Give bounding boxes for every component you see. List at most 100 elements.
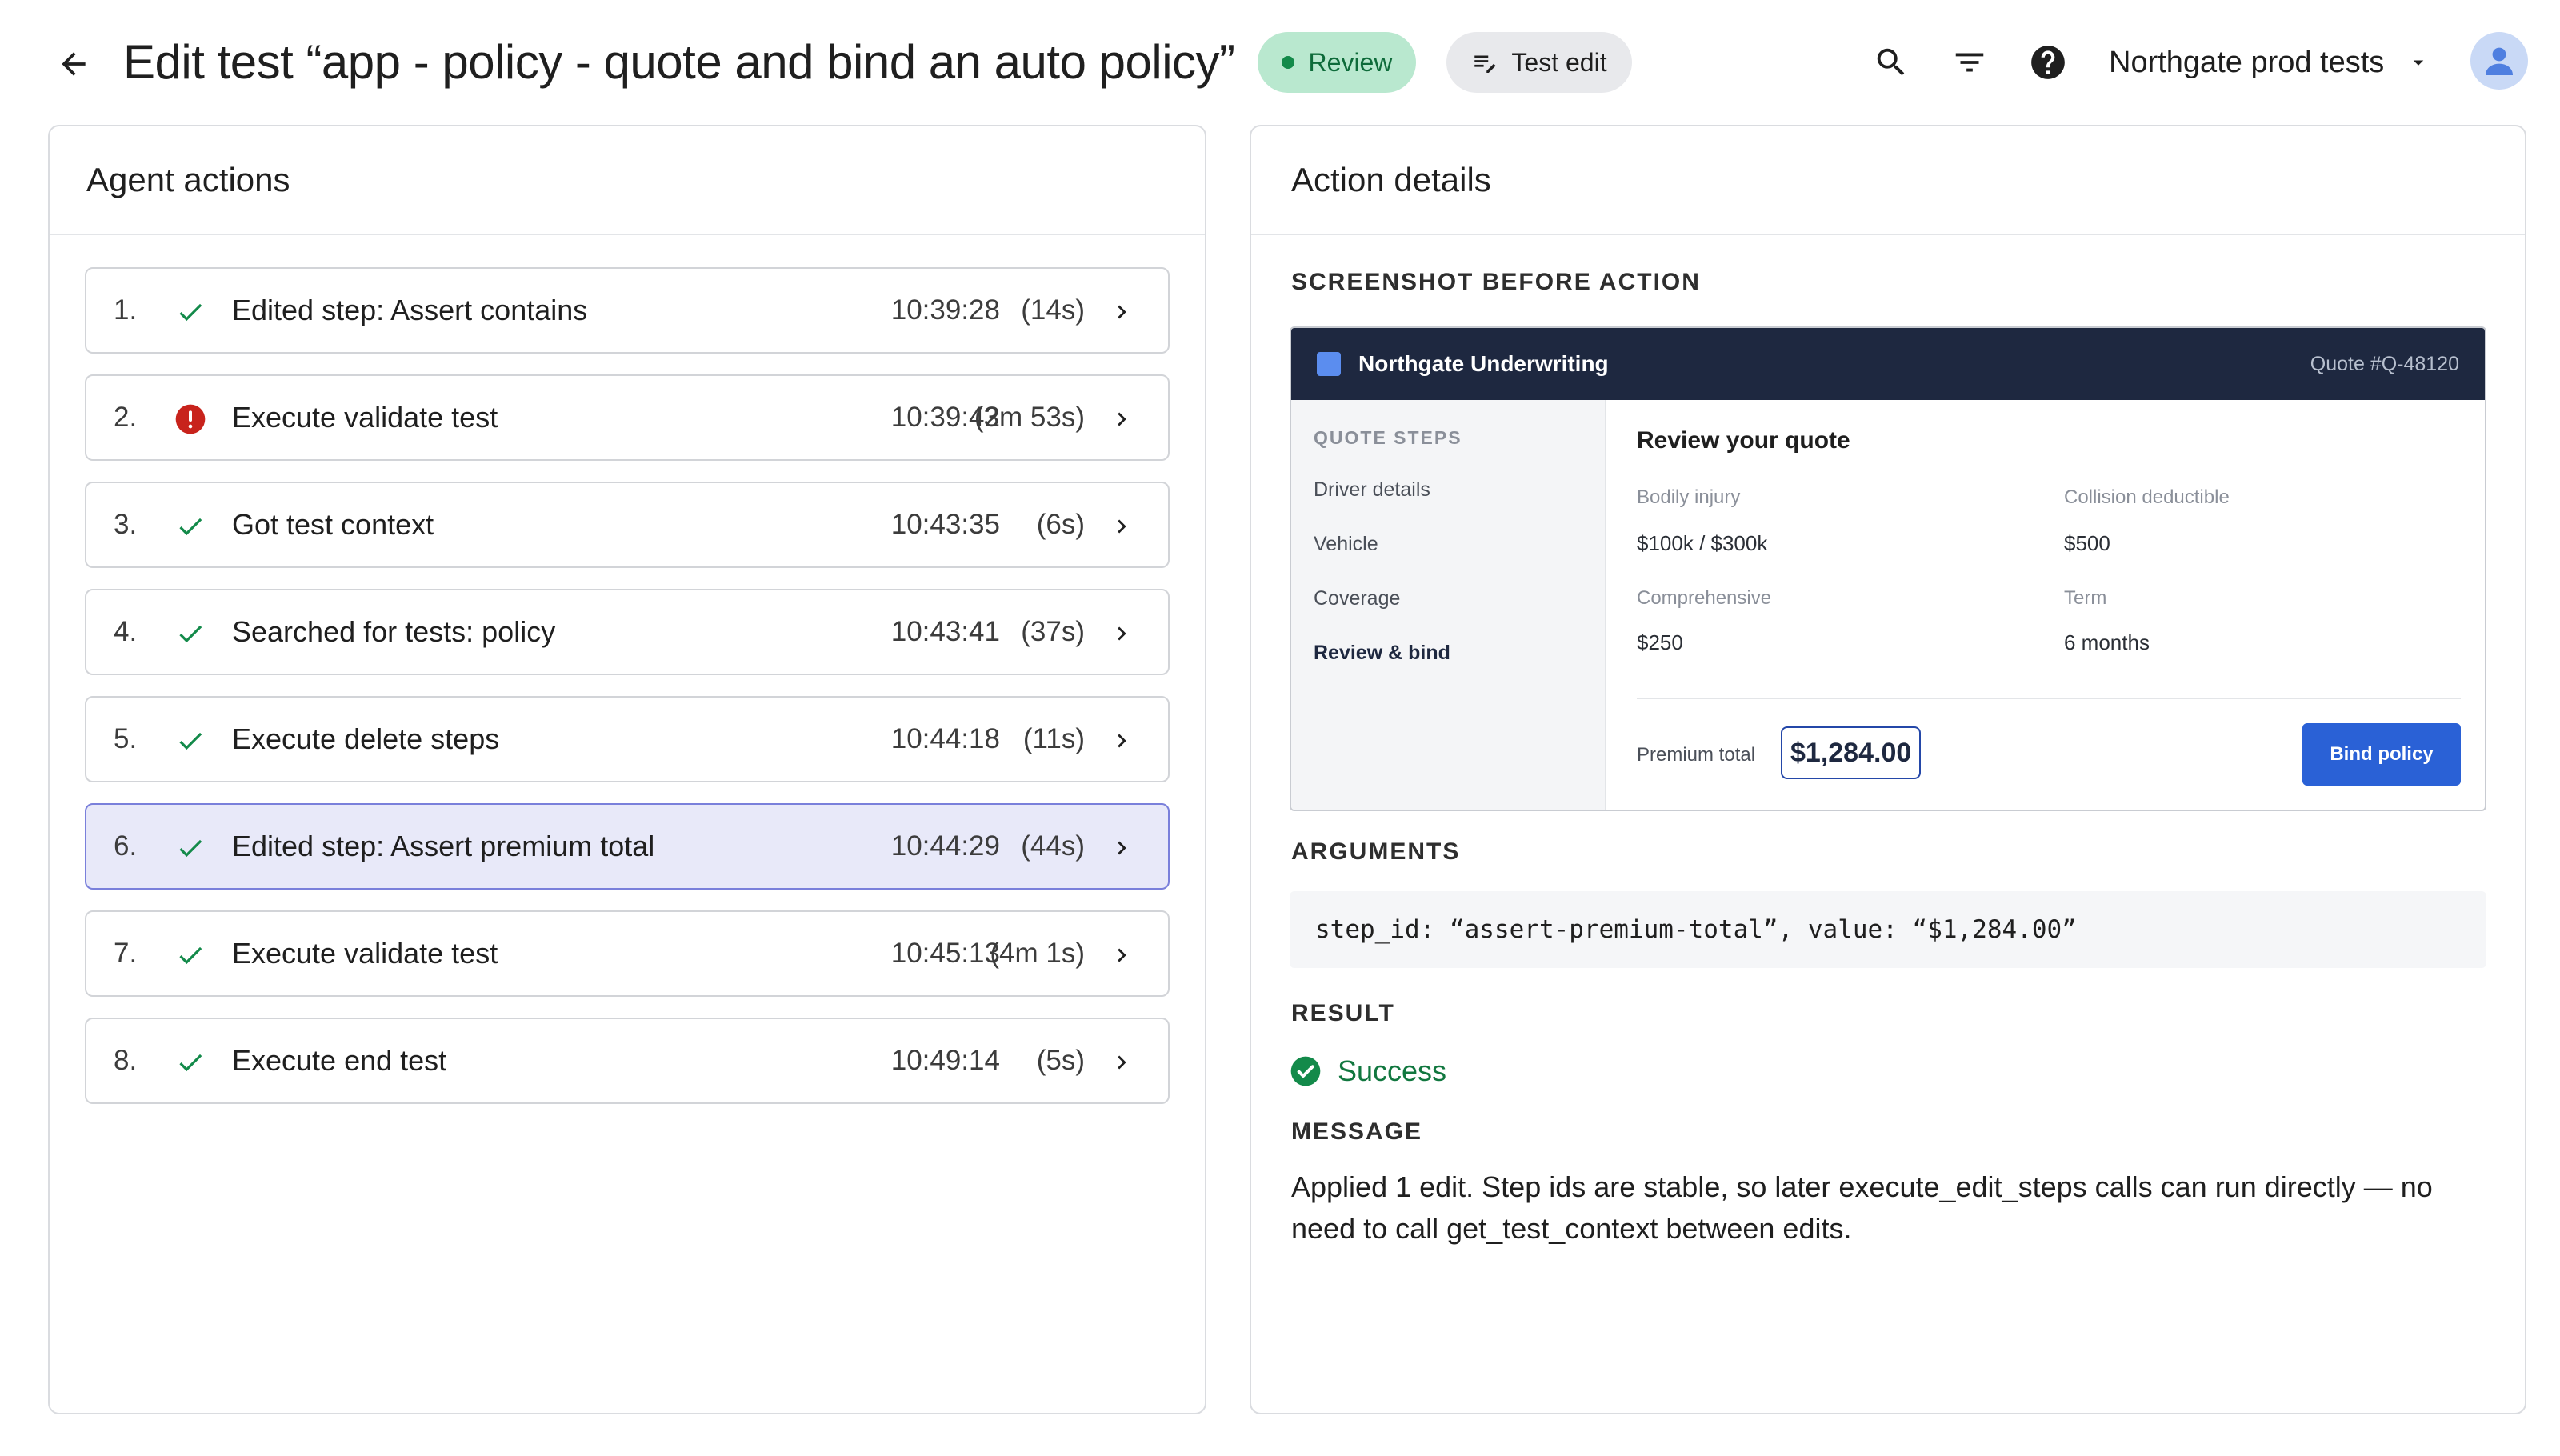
preview-heading: Review your quote [1637,427,1850,454]
action-row[interactable]: 7. Execute validate test 10:45:13 (4m 1s) [85,910,1170,997]
page-title: Edit test “app - policy - quote and bind… [123,35,1235,89]
action-row[interactable]: 6. Edited step: Assert premium total 10:44… [85,803,1170,890]
success-check-icon [179,625,202,643]
action-row[interactable]: 3. Got test context 10:43:35 (6s) [85,482,1170,568]
action-duration: (6s) [1036,509,1085,540]
result-text: Success [1338,1054,1447,1087]
action-label: Execute delete steps [232,722,500,755]
action-expand[interactable] [1107,834,1136,862]
agent-actions-title: Agent actions [86,161,290,198]
action-status [174,618,206,650]
chevron-right-icon [1118,519,1126,534]
action-row[interactable]: 1. Edited step: Assert contains 10:39:28 (1… [85,267,1170,354]
action-number: 6. [114,830,138,862]
preview-divider [1637,698,2461,699]
action-number: 2. [114,402,138,433]
action-details-header: Action details [1251,126,2525,235]
search-button[interactable] [1864,35,1918,90]
status-dot-icon [1281,56,1294,69]
org-selector[interactable]: Northgate prod tests [2109,35,2430,90]
help-button[interactable] [2021,35,2075,90]
action-expand[interactable] [1107,405,1136,434]
preview-bind-policy-button: Bind policy [2302,723,2461,786]
action-expand[interactable] [1107,512,1136,541]
edit-list-icon [1474,55,1497,74]
result-row: Success [1290,1054,1446,1088]
action-status [174,1046,206,1078]
back-button[interactable] [48,38,99,90]
preview-app-bar: Northgate Underwriting Quote #Q-48120 [1291,328,2485,400]
chevron-right-icon [1118,305,1126,319]
success-circle-icon [1290,1056,1321,1086]
message-text: Applied 1 edit. Step ids are stable, so … [1291,1170,2433,1245]
preview-step-review: Review & bind [1314,642,1450,664]
preview-collision-value: $500 [2064,531,2110,555]
preview-bodily-injury-value: $100k / $300k [1637,531,1768,555]
action-row[interactable]: 8. Execute end test 10:49:14 (5s) [85,1018,1170,1104]
action-number: 4. [114,616,138,647]
action-expand[interactable] [1107,619,1136,648]
chevron-right-icon [1118,626,1126,641]
preview-brand: Northgate Underwriting [1358,351,1609,376]
arguments-text: step_id: “assert-premium-total”, value: … [1315,915,2077,944]
action-number: 7. [114,938,138,969]
user-avatar-icon [2486,47,2513,75]
preview-premium-value: $1,284.00 [1781,726,1922,779]
chevron-right-icon [1118,734,1126,748]
action-status [174,296,206,328]
action-status [174,832,206,864]
dropdown-caret-icon [2414,60,2424,66]
action-time: 10:44:18 [890,723,1000,754]
filter-button[interactable] [1942,35,1997,90]
action-duration: (11s) [1022,723,1085,754]
preview-main: Review your quote Bodily injury $100k / … [1606,400,2485,810]
action-details-title: Action details [1291,161,1491,198]
action-duration: (3m 53s) [974,402,1085,433]
action-duration: (4m 1s) [990,938,1085,969]
action-row[interactable]: 4. Searched for tests: policy 10:43:41 (37s… [85,589,1170,675]
org-name: Northgate prod tests [2109,45,2385,79]
success-check-icon [179,518,202,536]
action-expand[interactable] [1107,941,1136,970]
action-label: Searched for tests: policy [232,615,556,648]
action-number: 1. [114,294,138,326]
action-row[interactable]: 2. Execute validate test 10:39:42 (3m 53s) [85,374,1170,461]
action-duration: (44s) [1021,830,1085,862]
success-check-icon [179,732,202,750]
action-duration: (5s) [1036,1045,1085,1076]
action-label: Execute validate test [232,401,498,434]
preview-step-driver: Driver details [1314,478,1430,501]
action-list: 1. Edited step: Assert contains 10:39:28 (1… [85,267,1170,1125]
action-number: 5. [114,723,138,754]
action-status [174,510,206,542]
action-duration: (14s) [1021,294,1085,326]
action-expand[interactable] [1107,298,1136,326]
action-time: 10:39:28 [890,294,1000,326]
preview-premium-label: Premium total [1637,744,1756,766]
arguments-box: step_id: “assert-premium-total”, value: … [1290,891,2486,968]
action-label: Execute validate test [232,937,498,970]
action-label: Execute end test [232,1044,447,1077]
action-status [174,403,206,435]
screenshot-preview: Northgate Underwriting Quote #Q-48120 QU… [1290,326,2486,811]
agent-actions-header: Agent actions [50,126,1205,235]
action-label: Got test context [232,508,434,541]
preview-step-coverage: Coverage [1314,587,1401,610]
action-expand[interactable] [1107,726,1136,755]
test-edit-button[interactable]: Test edit [1446,32,1632,93]
action-time: 10:45:13 [890,938,1000,969]
action-duration: (37s) [1021,616,1085,647]
action-row[interactable]: 5. Execute delete steps 10:44:18 (11s) [85,696,1170,782]
preview-term-value: 6 months [2064,630,2150,654]
preview-bodily-injury-label: Bodily injury [1637,486,1741,508]
status-badge: Review [1258,32,1416,93]
action-expand[interactable] [1107,1048,1136,1077]
arguments-section-label: ARGUMENTS [1291,838,1461,865]
chevron-right-icon [1118,948,1126,962]
action-number: 8. [114,1045,138,1076]
action-time: 10:43:41 [890,616,1000,647]
avatar[interactable] [2470,32,2528,90]
action-label: Edited step: Assert premium total [232,830,655,862]
status-badge-label: Review [1308,47,1393,77]
preview-step-vehicle: Vehicle [1314,533,1378,555]
